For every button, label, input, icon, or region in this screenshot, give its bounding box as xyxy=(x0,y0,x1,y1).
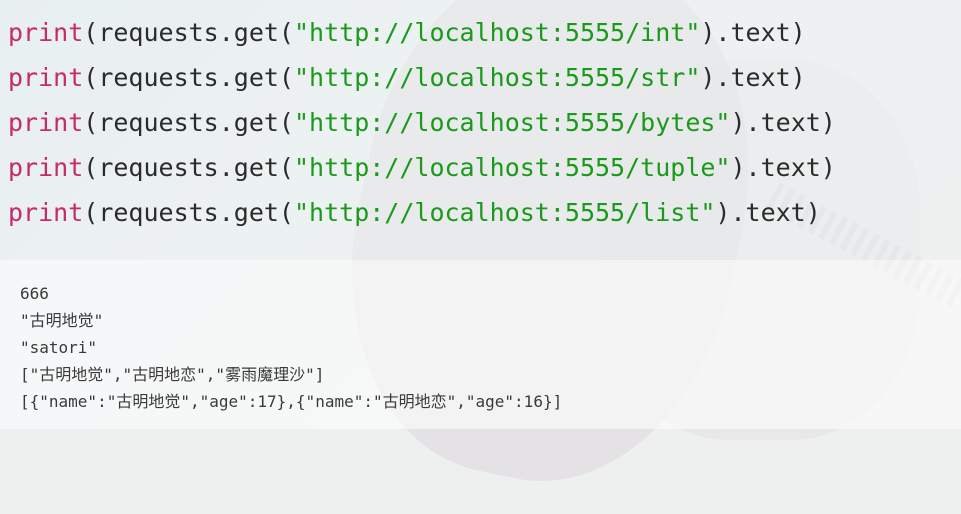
code-line: print(requests.get("http://localhost:555… xyxy=(8,60,806,96)
call-expression: (requests.get( xyxy=(83,153,294,182)
print-keyword: print xyxy=(8,108,84,137)
output-line: "satori" xyxy=(20,338,98,357)
print-keyword: print xyxy=(8,63,84,92)
call-expression: (requests.get( xyxy=(83,63,294,92)
url-string: "http://localhost:5555/str" xyxy=(293,63,701,92)
code-line: print(requests.get("http://localhost:555… xyxy=(8,195,821,231)
call-suffix: ).text) xyxy=(700,18,806,47)
print-keyword: print xyxy=(8,18,84,47)
output-block[interactable]: 666 "古明地觉" "satori" ["古明地觉","古明地恋","雾雨魔理… xyxy=(0,260,961,429)
code-line: print(requests.get("http://localhost:555… xyxy=(8,105,836,141)
output-line: 666 xyxy=(20,284,49,303)
call-suffix: ).text) xyxy=(715,198,821,227)
url-string: "http://localhost:5555/bytes" xyxy=(293,108,731,137)
print-keyword: print xyxy=(8,153,84,182)
call-expression: (requests.get( xyxy=(83,18,294,47)
code-block[interactable]: print(requests.get("http://localhost:555… xyxy=(0,0,961,260)
url-string: "http://localhost:5555/int" xyxy=(293,18,701,47)
call-suffix: ).text) xyxy=(730,108,836,137)
call-expression: (requests.get( xyxy=(83,108,294,137)
output-line: "古明地觉" xyxy=(20,311,104,330)
url-string: "http://localhost:5555/tuple" xyxy=(293,153,731,182)
code-line: print(requests.get("http://localhost:555… xyxy=(8,150,836,186)
output-line: [{"name":"古明地觉","age":17},{"name":"古明地恋"… xyxy=(20,392,563,411)
output-line: ["古明地觉","古明地恋","雾雨魔理沙"] xyxy=(20,365,325,384)
call-expression: (requests.get( xyxy=(83,198,294,227)
code-line: print(requests.get("http://localhost:555… xyxy=(8,15,806,51)
call-suffix: ).text) xyxy=(700,63,806,92)
url-string: "http://localhost:5555/list" xyxy=(293,198,716,227)
call-suffix: ).text) xyxy=(730,153,836,182)
print-keyword: print xyxy=(8,198,84,227)
